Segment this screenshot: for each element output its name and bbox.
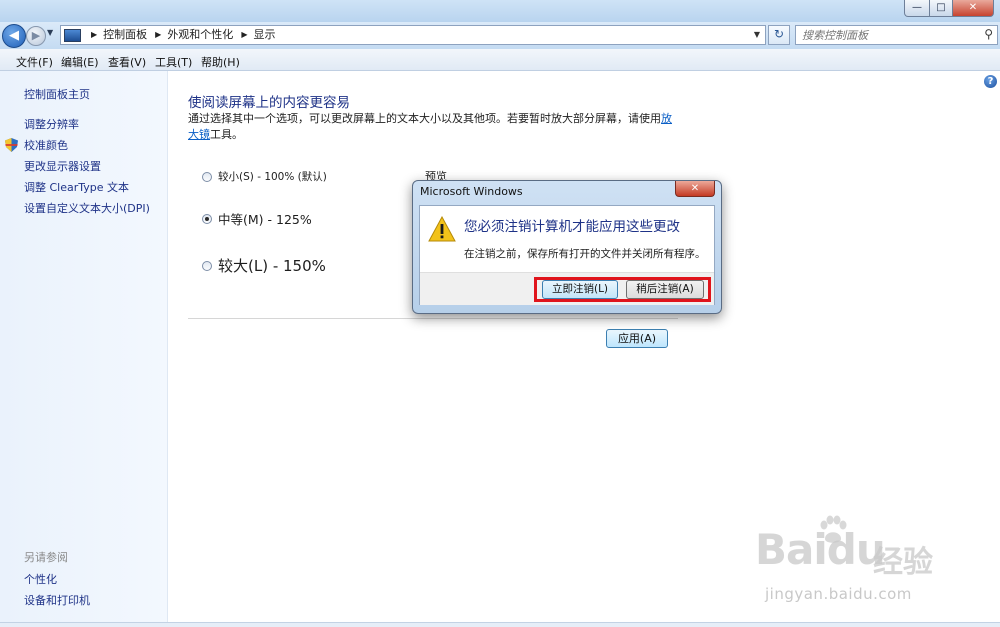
- page-description: 通过选择其中一个选项，可以更改屏幕上的文本大小以及其他项。若要暂时放大部分屏幕，…: [188, 111, 678, 143]
- description-text: 通过选择其中一个选项，可以更改屏幕上的文本大小以及其他项。若要暂时放大部分屏幕，…: [188, 112, 661, 125]
- search-box[interactable]: ⚲: [795, 25, 998, 45]
- forward-button[interactable]: ▶: [26, 26, 46, 46]
- maximize-button[interactable]: □: [930, 0, 953, 17]
- help-icon[interactable]: ?: [984, 75, 997, 88]
- sidebar-item-personalize[interactable]: 个性化: [24, 571, 57, 587]
- option-medium[interactable]: 中等(M) - 125%: [202, 209, 312, 228]
- sidebar-item-resolution[interactable]: 调整分辨率: [24, 116, 79, 132]
- title-bar: — □ ✕: [0, 0, 1000, 22]
- dialog-body: 您必须注销计算机才能应用这些更改 在注销之前，保存所有打开的文件并关闭所有程序。…: [419, 205, 715, 305]
- breadcrumb-separator-icon[interactable]: ▶: [91, 26, 97, 44]
- sidebar-item-display-settings[interactable]: 更改显示器设置: [24, 158, 101, 174]
- dialog-content-text: 在注销之前，保存所有打开的文件并关闭所有程序。: [464, 248, 706, 260]
- control-panel-icon: [64, 29, 81, 42]
- menu-file[interactable]: 文件(F): [16, 54, 53, 70]
- sidebar-item-calibrate[interactable]: 校准颜色: [24, 137, 68, 153]
- refresh-button[interactable]: ↻: [768, 25, 790, 45]
- option-larger-label[interactable]: 较大(L) - 150%: [218, 255, 326, 276]
- search-input[interactable]: [802, 27, 972, 43]
- menu-view[interactable]: 查看(V): [108, 54, 146, 70]
- dialog-title: Microsoft Windows: [420, 185, 523, 198]
- sidebar-item-devices-printers[interactable]: 设备和打印机: [24, 592, 90, 608]
- option-larger[interactable]: 较大(L) - 150%: [202, 255, 326, 276]
- page-title: 使阅读屏幕上的内容更容易: [188, 95, 350, 111]
- navigation-bar: ◀ ▶ ▼ ▶ 控制面板 ▶ 外观和个性化 ▶ 显示 ▼ ↻ ⚲: [0, 22, 1000, 49]
- watermark-cn: 经验: [873, 545, 933, 580]
- minimize-button[interactable]: —: [904, 0, 930, 17]
- breadcrumb-separator-icon[interactable]: ▶: [241, 26, 247, 44]
- option-smaller-label[interactable]: 较小(S) - 100% (默认): [218, 169, 327, 184]
- recent-pages-dropdown[interactable]: ▼: [47, 28, 53, 37]
- see-also-heading: 另请参阅: [24, 551, 68, 564]
- warning-icon: [428, 216, 456, 242]
- breadcrumb-separator-icon[interactable]: ▶: [155, 26, 161, 44]
- logoff-now-button[interactable]: 立即注销(L): [542, 280, 618, 299]
- dialog-close-button[interactable]: ✕: [675, 181, 715, 197]
- dialog-main-instruction: 您必须注销计算机才能应用这些更改: [464, 219, 680, 235]
- logoff-later-button[interactable]: 稍后注销(A): [626, 280, 704, 299]
- apply-button[interactable]: 应用(A): [606, 329, 668, 348]
- search-icon[interactable]: ⚲: [984, 27, 993, 41]
- address-bar[interactable]: ▶ 控制面板 ▶ 外观和个性化 ▶ 显示 ▼: [60, 25, 766, 45]
- breadcrumb-display[interactable]: 显示: [253, 26, 275, 44]
- sidebar-item-cleartype[interactable]: 调整 ClearType 文本: [24, 179, 129, 195]
- option-medium-label[interactable]: 中等(M) - 125%: [218, 209, 312, 228]
- task-pane: 控制面板主页 调整分辨率 校准颜色 更改显示器设置 调整 ClearType 文…: [0, 71, 168, 622]
- menu-tools[interactable]: 工具(T): [155, 54, 192, 70]
- option-smaller[interactable]: 较小(S) - 100% (默认): [202, 169, 327, 184]
- menu-help[interactable]: 帮助(H): [201, 54, 240, 70]
- description-text-tail: 工具。: [210, 128, 243, 141]
- sidebar-item-custom-dpi[interactable]: 设置自定义文本大小(DPI): [24, 200, 150, 216]
- shield-icon: [5, 138, 18, 152]
- address-dropdown-icon[interactable]: ▼: [749, 26, 765, 44]
- divider: [188, 318, 678, 319]
- breadcrumb-control-panel[interactable]: 控制面板: [103, 26, 147, 44]
- watermark-brand-head: Bai: [755, 525, 828, 574]
- watermark-url: jingyan.baidu.com: [765, 585, 912, 603]
- caption-buttons: — □ ✕: [904, 0, 994, 17]
- menu-bar: 文件(F) 编辑(E) 查看(V) 工具(T) 帮助(H): [0, 49, 1000, 71]
- radio-medium[interactable]: [202, 213, 212, 224]
- sidebar-home-link[interactable]: 控制面板主页: [24, 86, 90, 102]
- baidu-watermark: Baidu 经验 jingyan.baidu.com: [755, 515, 955, 610]
- watermark-brand: Baidu: [755, 525, 886, 574]
- dialog-footer: 立即注销(L) 稍后注销(A): [420, 272, 714, 305]
- back-button[interactable]: ◀: [2, 24, 26, 48]
- menu-edit[interactable]: 编辑(E): [61, 54, 99, 70]
- breadcrumb: ▶ 控制面板 ▶ 外观和个性化 ▶ 显示: [83, 26, 275, 44]
- close-button[interactable]: ✕: [953, 0, 994, 17]
- window-bottom-edge: [0, 622, 1000, 627]
- logoff-dialog: Microsoft Windows ✕ 您必须注销计算机才能应用这些更改 在注销…: [412, 180, 722, 314]
- radio-smaller[interactable]: [202, 171, 212, 182]
- radio-larger[interactable]: [202, 260, 212, 271]
- breadcrumb-appearance[interactable]: 外观和个性化: [167, 26, 233, 44]
